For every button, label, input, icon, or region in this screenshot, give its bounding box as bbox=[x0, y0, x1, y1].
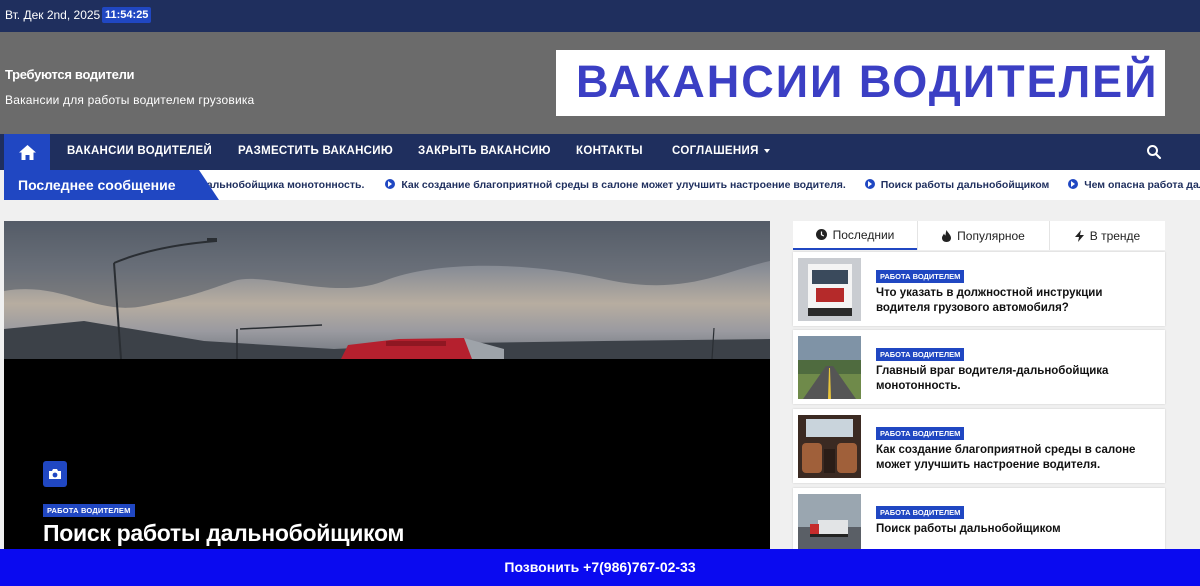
ticker-item[interactable]: Поиск работы дальнобойщиком bbox=[864, 179, 1050, 191]
featured-post[interactable]: РАБОТА ВОДИТЕЛЕМ Поиск работы дальнобойщ… bbox=[4, 221, 770, 551]
ticker-item-text: Поиск работы дальнобойщиком bbox=[880, 179, 1050, 191]
tab-latest[interactable]: Последнии bbox=[793, 221, 917, 250]
fire-icon bbox=[942, 229, 952, 242]
news-ticker: Последнее сообщение Главный враг водител… bbox=[4, 170, 1200, 200]
empty-road-photo bbox=[798, 336, 861, 399]
chevron-right-icon bbox=[385, 179, 396, 189]
category-badge[interactable]: РАБОТА ВОДИТЕЛЕМ bbox=[876, 506, 965, 519]
site-title[interactable]: Требуются водители bbox=[5, 67, 135, 82]
truck-road-photo bbox=[4, 221, 770, 360]
category-badge[interactable]: РАБОТА ВОДИТЕЛЕМ bbox=[43, 504, 135, 517]
nav-item-agreements[interactable]: СОГЛАШЕНИЯ bbox=[672, 145, 770, 157]
nav-item-contacts[interactable]: КОНТАКТЫ bbox=[576, 145, 643, 157]
camera-icon bbox=[49, 469, 61, 479]
ticker-item-text: Как создание благоприятной среды в салон… bbox=[401, 179, 846, 191]
sidebar-post[interactable]: РАБОТА ВОДИТЕЛЕМ Что указать в должностн… bbox=[793, 252, 1165, 326]
main-nav: ВАКАНСИИ ВОДИТЕЛЕЙ РАЗМЕСТИТЬ ВАКАНСИЮ З… bbox=[0, 134, 1200, 170]
ticker-label: Последнее сообщение bbox=[4, 170, 219, 200]
nav-item-close-vacancy[interactable]: ЗАКРЫТЬ ВАКАНСИЮ bbox=[418, 145, 551, 157]
header-banner[interactable]: ВАКАНСИИ ВОДИТЕЛЕЙ bbox=[556, 50, 1165, 116]
current-date: Вт. Дек 2nd, 2025 bbox=[5, 8, 101, 22]
ticker-item[interactable]: Чем опасна работа дальнобойщика bbox=[1068, 179, 1200, 191]
nav-item-post-vacancy[interactable]: РАЗМЕСТИТЬ ВАКАНСИЮ bbox=[238, 145, 393, 157]
tab-popular[interactable]: Популярное bbox=[917, 221, 1049, 250]
site-description: Вакансии для работы водителем грузовика bbox=[5, 93, 255, 107]
post-thumbnail[interactable] bbox=[798, 415, 861, 478]
nav-item-driver-vacancies[interactable]: ВАКАНСИИ ВОДИТЕЛЕЙ bbox=[67, 145, 212, 157]
sidebar-post[interactable]: РАБОТА ВОДИТЕЛЕМ Главный враг водителя-д… bbox=[793, 330, 1165, 404]
tab-trending-label: В тренде bbox=[1089, 228, 1141, 243]
tab-latest-label: Последнии bbox=[832, 227, 895, 242]
ticker-item[interactable]: Главный враг водителя-дальнобойщика моно… bbox=[72, 179, 364, 191]
car-interior-photo bbox=[798, 415, 861, 478]
clock-icon bbox=[815, 229, 827, 240]
tab-trending[interactable]: В тренде bbox=[1049, 221, 1165, 250]
truck-highway-photo bbox=[798, 494, 861, 557]
call-button[interactable]: Позвонить +7(986)767-02-33 bbox=[0, 549, 1200, 586]
featured-image bbox=[4, 221, 770, 360]
post-title[interactable]: Как создание благоприятной среды в салон… bbox=[876, 443, 1156, 473]
ticker-item[interactable]: Как создание благоприятной среды в салон… bbox=[385, 179, 846, 191]
home-icon bbox=[18, 144, 36, 160]
nav-item-agreements-label: СОГЛАШЕНИЯ bbox=[672, 145, 759, 157]
camera-icon-button[interactable] bbox=[43, 461, 67, 487]
chevron-right-icon bbox=[864, 179, 875, 189]
post-thumbnail[interactable] bbox=[798, 494, 861, 557]
search-icon[interactable] bbox=[1146, 144, 1162, 160]
ticker-track: Главный враг водителя-дальнобойщика моно… bbox=[72, 179, 1200, 191]
chevron-down-icon bbox=[763, 148, 770, 153]
truck-front-photo bbox=[798, 258, 861, 321]
sidebar-post[interactable]: РАБОТА ВОДИТЕЛЕМ Как создание благоприят… bbox=[793, 409, 1165, 483]
category-badge[interactable]: РАБОТА ВОДИТЕЛЕМ bbox=[876, 348, 965, 361]
post-title[interactable]: Что указать в должностной инструкции вод… bbox=[876, 286, 1156, 316]
ticker-item-text: Чем опасна работа дальнобойщика bbox=[1084, 179, 1200, 191]
tab-popular-label: Популярное bbox=[957, 228, 1025, 243]
home-button[interactable] bbox=[4, 134, 50, 170]
current-time: 11:54:25 bbox=[102, 7, 152, 23]
bolt-icon bbox=[1074, 229, 1084, 242]
post-title[interactable]: Главный враг водителя-дальнобойщика моно… bbox=[876, 364, 1156, 394]
post-thumbnail[interactable] bbox=[798, 258, 861, 321]
banner-text: ВАКАНСИИ ВОДИТЕЛЕЙ bbox=[576, 56, 1159, 107]
chevron-right-icon bbox=[1068, 179, 1079, 189]
site-header: Требуются водители Вакансии для работы в… bbox=[0, 32, 1200, 134]
sidebar-tabs: Последнии Популярное В тренде bbox=[793, 221, 1165, 250]
post-thumbnail[interactable] bbox=[798, 336, 861, 399]
post-title[interactable]: Поиск работы дальнобойщиком bbox=[876, 522, 1156, 537]
category-badge[interactable]: РАБОТА ВОДИТЕЛЕМ bbox=[876, 427, 965, 440]
featured-title[interactable]: Поиск работы дальнобойщиком bbox=[43, 520, 404, 547]
category-badge[interactable]: РАБОТА ВОДИТЕЛЕМ bbox=[876, 270, 965, 283]
top-bar: Вт. Дек 2nd, 2025 11:54:25 bbox=[0, 0, 1200, 32]
